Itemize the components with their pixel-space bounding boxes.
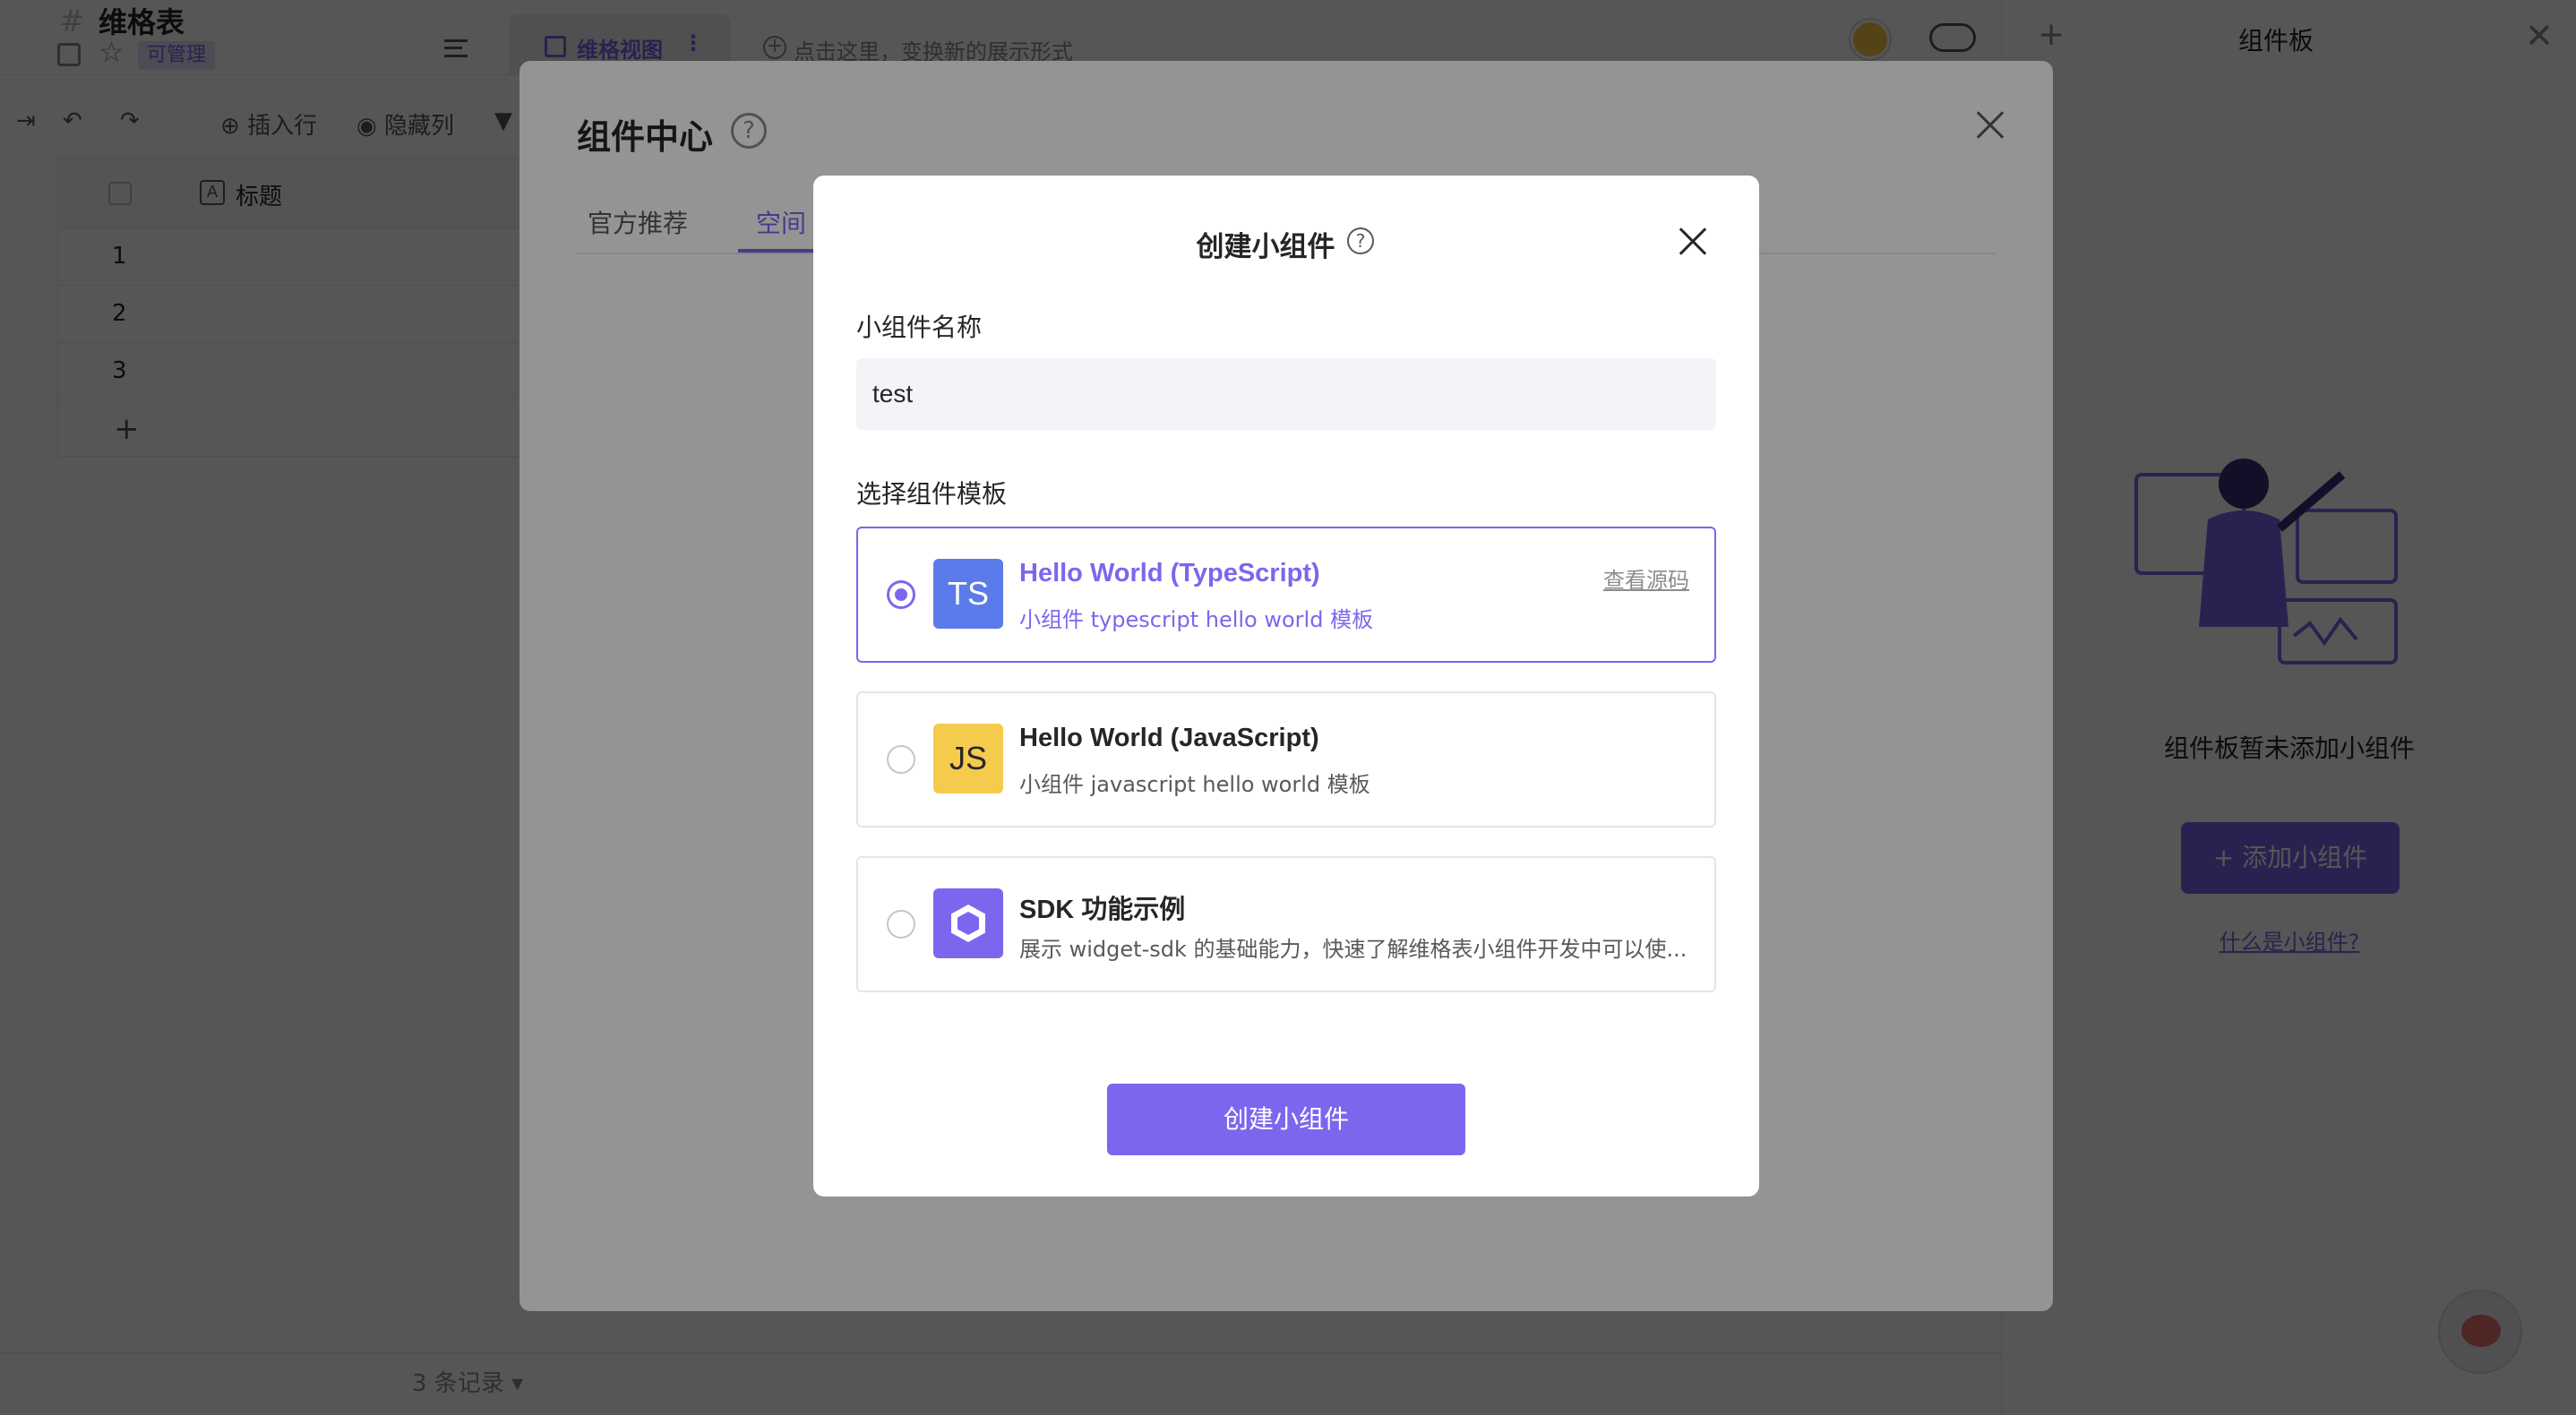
- template-option-javascript[interactable]: JS Hello World (JavaScript) 小组件 javascri…: [856, 691, 1716, 828]
- widget-name-label: 小组件名称: [856, 313, 983, 342]
- dialog-close-icon[interactable]: [1673, 222, 1713, 262]
- template-option-sdk-demo[interactable]: SDK 功能示例 展示 widget-sdk 的基础能力，快速了解维格表小组件开…: [856, 856, 1716, 992]
- dialog-help-icon[interactable]: ?: [1347, 227, 1374, 254]
- sdk-hexagon-icon: [933, 888, 1003, 958]
- template-name: Hello World (JavaScript): [1019, 724, 1319, 752]
- typescript-icon: TS: [933, 559, 1003, 629]
- template-description: 小组件 javascript hello world 模板: [1019, 772, 1370, 797]
- template-name: Hello World (TypeScript): [1019, 559, 1320, 587]
- template-label: 选择组件模板: [856, 479, 1008, 509]
- template-description: 小组件 typescript hello world 模板: [1019, 607, 1374, 632]
- create-widget-dialog: 创建小组件 ? 小组件名称 选择组件模板 TS Hello World (Typ…: [813, 176, 1759, 1196]
- template-radio[interactable]: [887, 745, 915, 774]
- template-radio[interactable]: [887, 910, 915, 939]
- template-option-typescript[interactable]: TS Hello World (TypeScript) 小组件 typescri…: [856, 527, 1716, 663]
- view-source-link[interactable]: 查看源码: [1603, 562, 1689, 594]
- widget-name-input[interactable]: [856, 358, 1716, 430]
- dialog-title: 创建小组件: [1196, 231, 1335, 263]
- template-description: 展示 widget-sdk 的基础能力，快速了解维格表小组件开发中可以使...: [1019, 937, 1687, 962]
- javascript-icon: JS: [933, 724, 1003, 793]
- template-name: SDK 功能示例: [1019, 896, 1186, 924]
- create-widget-button[interactable]: 创建小组件: [1107, 1084, 1465, 1155]
- template-radio[interactable]: [887, 580, 915, 609]
